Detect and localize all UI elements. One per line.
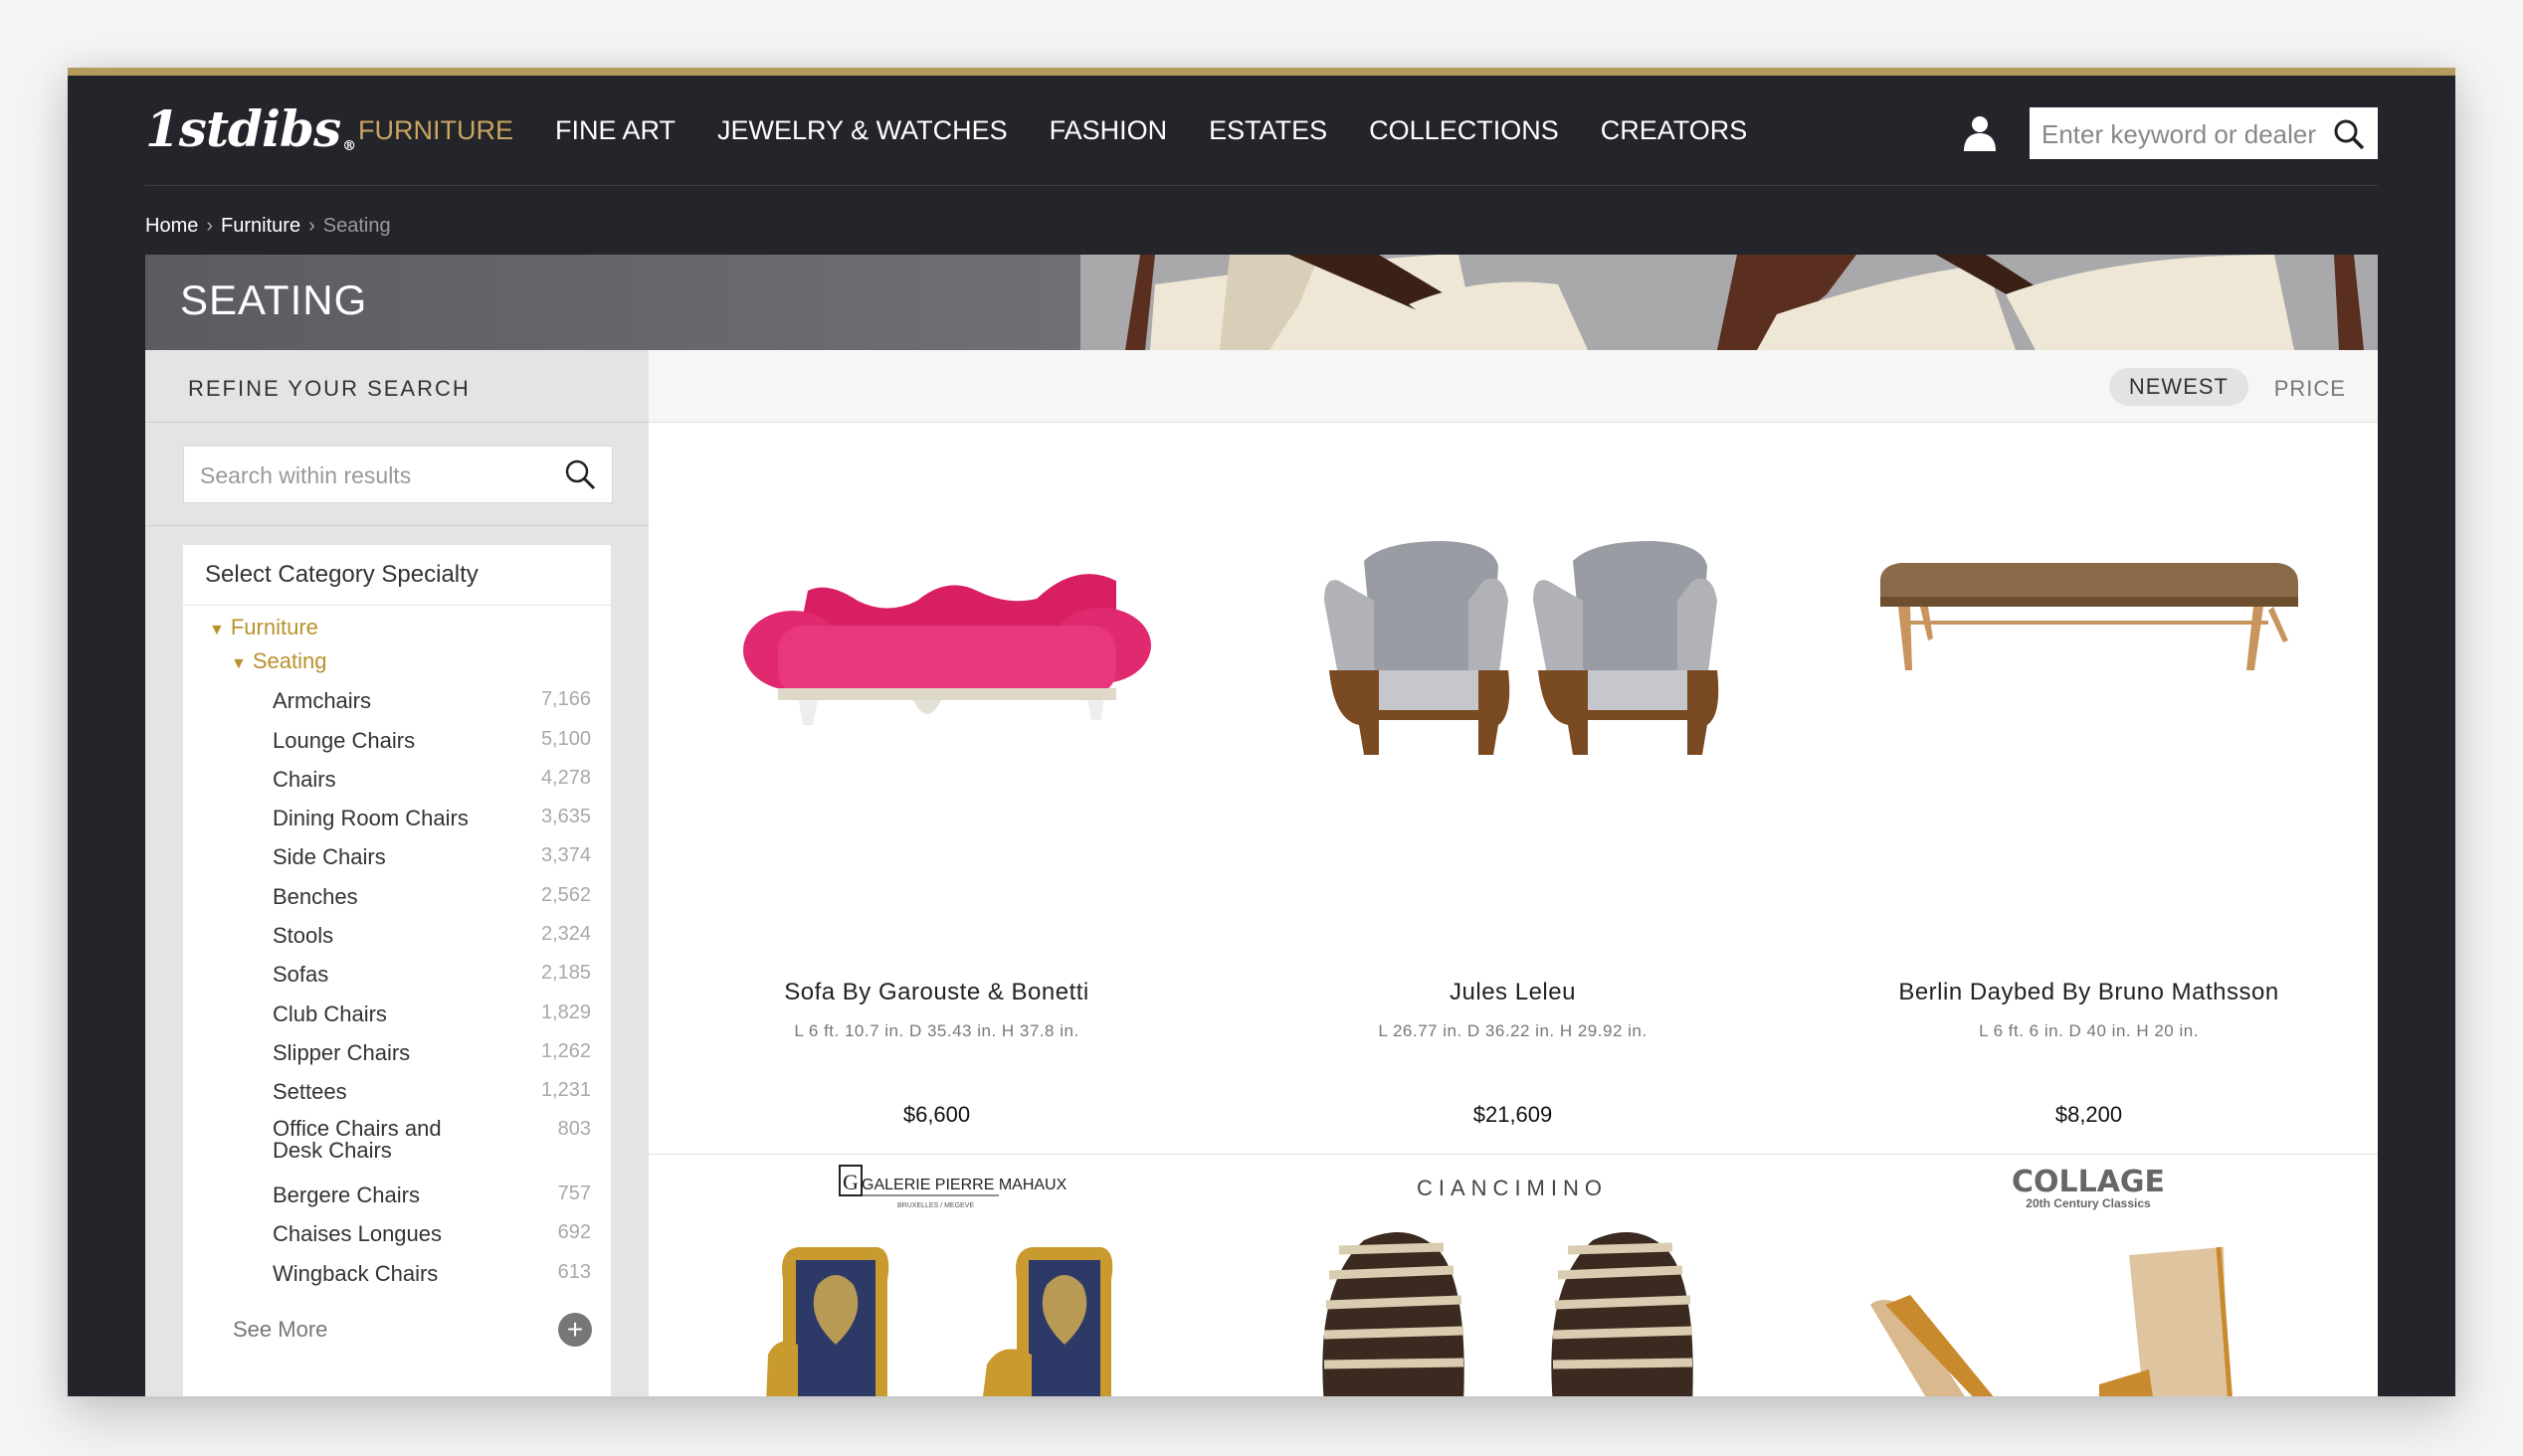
- category-item-benches[interactable]: Benches 2,562: [273, 884, 591, 910]
- hero-chairs-image: [1080, 255, 2378, 350]
- sort-newest-button[interactable]: NEWEST: [2108, 368, 2248, 406]
- product-image-daybed[interactable]: [1860, 521, 2317, 780]
- category-item-wingback-chairs[interactable]: Wingback Chairs 613: [273, 1261, 591, 1287]
- plus-icon[interactable]: +: [558, 1313, 592, 1347]
- see-more-link[interactable]: See More: [233, 1317, 327, 1343]
- category-count: 7,166: [540, 688, 591, 710]
- category-item-club-chairs[interactable]: Club Chairs 1,829: [273, 1001, 591, 1027]
- product-dimensions: L 6 ft. 6 in. D 40 in. H 20 in.: [1979, 1021, 2199, 1040]
- category-item-chairs[interactable]: Chairs 4,278: [273, 767, 591, 793]
- nav-fashion[interactable]: FASHION: [1050, 115, 1168, 146]
- filter-sidebar: REFINE YOUR SEARCH Select Category Speci…: [145, 350, 649, 1396]
- site-logo[interactable]: 1stdibs ®: [145, 99, 356, 158]
- caret-down-icon: ▼: [231, 655, 247, 672]
- breadcrumb: Home › Furniture › Seating: [145, 215, 391, 238]
- category-count: 3,635: [540, 806, 591, 827]
- category-item-side-chairs[interactable]: Side Chairs 3,374: [273, 844, 591, 870]
- user-account-icon[interactable]: [1960, 113, 2000, 153]
- category-count: 2,562: [540, 884, 591, 906]
- product-card[interactable]: [1225, 1156, 1801, 1396]
- search-icon[interactable]: [2332, 117, 2366, 151]
- divider: [183, 605, 611, 606]
- category-count: 4,278: [540, 767, 591, 789]
- breadcrumb-current: Seating: [322, 215, 391, 237]
- nav-jewelry-watches[interactable]: JEWELRY & WATCHES: [717, 115, 1008, 146]
- category-count: 1,262: [540, 1040, 591, 1062]
- page-title: SEATING: [180, 276, 368, 323]
- divider: [145, 525, 649, 526]
- category-item-stools[interactable]: Stools 2,324: [273, 923, 591, 949]
- product-price: $8,200: [2054, 1102, 2123, 1127]
- tree-item-seating[interactable]: ▼ Seating: [231, 648, 326, 674]
- product-price: $6,600: [902, 1102, 971, 1127]
- category-item-armchairs[interactable]: Armchairs 7,166: [273, 688, 591, 714]
- category-count: 5,100: [540, 728, 591, 750]
- category-item-chaises-longues[interactable]: Chaises Longues 692: [273, 1221, 591, 1247]
- breadcrumb-home[interactable]: Home: [145, 215, 198, 238]
- browser-frame: 1stdibs ® FURNITURE FINE ART JEWELRY & WA…: [68, 68, 2455, 1396]
- tree-item-furniture[interactable]: ▼ Furniture: [209, 615, 318, 640]
- category-count: 1,829: [540, 1001, 591, 1023]
- category-count: 3,374: [540, 844, 591, 866]
- breadcrumb-chevron-icon: ›: [206, 215, 214, 237]
- category-item-settees[interactable]: Settees 1,231: [273, 1079, 591, 1105]
- category-count: 1,231: [540, 1079, 591, 1101]
- results-area: NEWEST PRICE Sofa By Garouste & Bonetti …: [649, 350, 2378, 1396]
- product-card[interactable]: Sofa By Garouste & Bonetti L 6 ft. 10.7 …: [649, 422, 1225, 1209]
- product-image-armchairs[interactable]: [1284, 521, 1741, 780]
- category-panel-title: Select Category Specialty: [205, 561, 479, 588]
- product-image-gilt-armchairs[interactable]: [649, 1156, 1225, 1396]
- product-card[interactable]: [649, 1156, 1225, 1396]
- registered-mark: ®: [342, 138, 356, 154]
- product-dimensions: L 26.77 in. D 36.22 in. H 29.92 in.: [1378, 1021, 1648, 1040]
- nav-creators[interactable]: CREATORS: [1601, 115, 1748, 146]
- top-navigation: 1stdibs ® FURNITURE FINE ART JEWELRY & WA…: [145, 76, 2378, 186]
- product-card[interactable]: [1801, 1156, 2377, 1396]
- product-card[interactable]: Jules Leleu L 26.77 in. D 36.22 in. H 29…: [1225, 422, 1801, 1200]
- product-title[interactable]: Sofa By Garouste & Bonetti: [649, 979, 1225, 1006]
- breadcrumb-chevron-icon: ›: [308, 215, 315, 237]
- product-image-sofa[interactable]: [708, 521, 1165, 780]
- main-nav: FURNITURE FINE ART JEWELRY & WATCHES FAS…: [358, 115, 1747, 146]
- category-item-slipper-chairs[interactable]: Slipper Chairs 1,262: [273, 1040, 591, 1066]
- category-count: 692: [557, 1221, 591, 1243]
- category-count: 613: [557, 1261, 591, 1283]
- category-item-sofas[interactable]: Sofas 2,185: [273, 962, 591, 988]
- product-image-lounge-chairs[interactable]: [1801, 1156, 2377, 1396]
- product-price: $21,609: [1472, 1102, 1553, 1127]
- product-title[interactable]: Berlin Daybed By Bruno Mathsson: [1801, 979, 2377, 1006]
- nav-fine-art[interactable]: FINE ART: [555, 115, 676, 146]
- category-count: 2,185: [540, 962, 591, 984]
- category-hero-banner: SEATING: [145, 255, 2378, 350]
- sort-price-button[interactable]: PRICE: [2274, 376, 2346, 402]
- category-item-bergere-chairs[interactable]: Bergere Chairs 757: [273, 1183, 591, 1208]
- search-icon[interactable]: [564, 458, 596, 490]
- site-search-input[interactable]: [2039, 107, 2322, 161]
- category-item-lounge-chairs[interactable]: Lounge Chairs 5,100: [273, 728, 591, 754]
- refine-header: REFINE YOUR SEARCH: [145, 350, 649, 423]
- category-panel: Select Category Specialty ▼ Furniture ▼ Se…: [183, 545, 611, 1396]
- category-count: 757: [557, 1183, 591, 1204]
- product-image-zebra-chairs[interactable]: [1225, 1156, 1801, 1396]
- sort-bar: NEWEST PRICE: [649, 350, 2378, 423]
- product-dimensions: L 6 ft. 10.7 in. D 35.43 in. H 37.8 in.: [794, 1021, 1079, 1040]
- category-count: 803: [557, 1118, 591, 1140]
- nav-estates[interactable]: ESTATES: [1209, 115, 1327, 146]
- category-count: 2,324: [540, 923, 591, 945]
- refine-label: REFINE YOUR SEARCH: [188, 376, 471, 401]
- nav-furniture[interactable]: FURNITURE: [358, 115, 513, 146]
- product-title[interactable]: Jules Leleu: [1225, 979, 1801, 1006]
- category-item-dining-room-chairs[interactable]: Dining Room Chairs 3,635: [273, 806, 591, 831]
- breadcrumb-furniture[interactable]: Furniture: [221, 215, 300, 238]
- site-search-box: [2030, 107, 2378, 161]
- product-card[interactable]: Berlin Daybed By Bruno Mathsson L 6 ft. …: [1801, 422, 2377, 1210]
- search-within-box: [183, 446, 613, 504]
- caret-down-icon: ▼: [209, 622, 225, 638]
- nav-collections[interactable]: COLLECTIONS: [1369, 115, 1559, 146]
- row-divider: [649, 1154, 2378, 1155]
- category-item-office-chairs[interactable]: Office Chairs and Desk Chairs 803: [273, 1118, 591, 1162]
- search-within-input[interactable]: [198, 447, 540, 504]
